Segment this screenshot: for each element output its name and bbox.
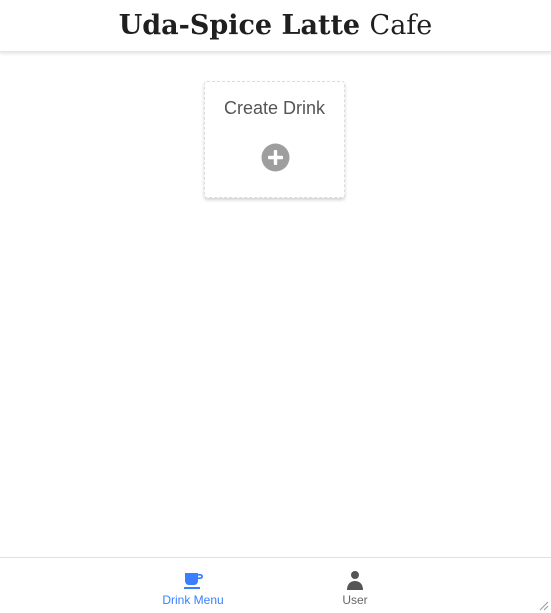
- resize-grip-icon[interactable]: [537, 599, 549, 611]
- tab-drink-menu[interactable]: Drink Menu: [138, 558, 248, 613]
- add-circle-icon[interactable]: [261, 143, 290, 172]
- tab-user-label: User: [342, 593, 368, 607]
- app-header: Uda-Spice Latte Cafe: [0, 0, 551, 52]
- bottom-tab-bar: Drink Menu User: [0, 557, 551, 613]
- app-title-bold: Uda-Spice Latte: [118, 10, 361, 41]
- app-root: Uda-Spice Latte Cafe Create Drink Drink …: [0, 0, 551, 613]
- cafe-cup-icon: [184, 573, 203, 589]
- create-drink-label: Create Drink: [223, 98, 326, 118]
- main-content: Create Drink: [0, 52, 551, 557]
- app-title: Uda-Spice Latte Cafe: [119, 10, 433, 41]
- create-drink-card[interactable]: Create Drink: [204, 81, 345, 198]
- tab-user[interactable]: User: [300, 558, 410, 613]
- tab-drink-menu-label: Drink Menu: [162, 593, 224, 607]
- person-icon: [347, 571, 363, 590]
- app-title-light: Cafe: [369, 10, 433, 41]
